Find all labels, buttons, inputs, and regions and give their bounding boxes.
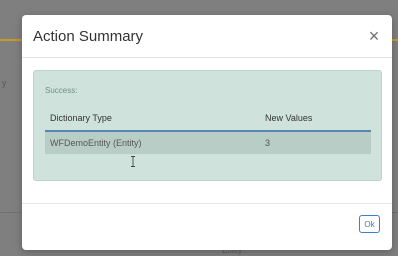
cell-new-values: 3 bbox=[265, 131, 371, 154]
background-accent-line bbox=[0, 39, 24, 41]
column-header-new-values: New Values bbox=[265, 105, 371, 132]
table-header-row: Dictionary Type New Values bbox=[45, 105, 371, 132]
dialog-header: Action Summary × bbox=[22, 15, 392, 58]
success-alert: Success: Dictionary Type New Values WFDe… bbox=[33, 70, 382, 181]
close-icon[interactable]: × bbox=[366, 27, 382, 45]
ok-button[interactable]: Ok bbox=[359, 215, 380, 233]
text-cursor-icon bbox=[131, 156, 135, 167]
action-summary-dialog: Action Summary × Success: Dictionary Typ… bbox=[22, 15, 392, 250]
alert-label: Success: bbox=[45, 86, 78, 95]
background-text-fragment: y bbox=[2, 78, 7, 88]
summary-table: Dictionary Type New Values WFDemoEntity … bbox=[45, 105, 371, 154]
dialog-title: Action Summary bbox=[33, 27, 144, 45]
table-row: WFDemoEntity (Entity) 3 bbox=[45, 131, 371, 154]
dialog-footer: Ok bbox=[22, 203, 392, 251]
column-header-dictionary-type: Dictionary Type bbox=[45, 105, 265, 132]
cell-dictionary-type: WFDemoEntity (Entity) bbox=[45, 131, 265, 154]
